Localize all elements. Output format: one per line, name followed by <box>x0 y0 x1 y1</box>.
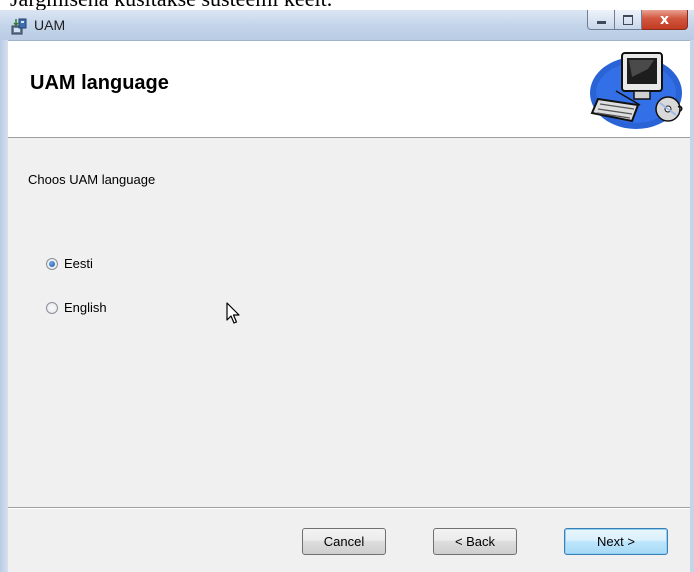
header-banner: UAM language <box>8 41 690 138</box>
radio-label: Eesti <box>64 256 93 271</box>
radio-label: English <box>64 300 107 315</box>
radio-button-checked-icon[interactable] <box>46 257 58 270</box>
window-right-border <box>690 40 694 572</box>
title-bar[interactable]: UAM x <box>0 10 694 41</box>
minimize-icon <box>596 21 606 24</box>
maximize-icon <box>623 14 633 25</box>
content-area: Choos UAM language Eesti English <box>8 138 690 508</box>
page-title: UAM language <box>30 72 169 94</box>
window-title: UAM <box>34 17 66 33</box>
mouse-pointer-icon <box>226 302 240 324</box>
close-icon: x <box>659 11 670 28</box>
minimize-button[interactable] <box>587 10 615 30</box>
cancel-button[interactable]: Cancel <box>302 528 386 555</box>
radio-option-english[interactable]: English <box>46 300 107 315</box>
close-button[interactable]: x <box>642 10 688 30</box>
language-prompt: Choos UAM language <box>28 172 156 187</box>
installer-app-icon <box>11 18 27 35</box>
back-button[interactable]: < Back <box>433 528 517 555</box>
window-left-border <box>0 40 8 572</box>
next-button[interactable]: Next > <box>564 528 668 555</box>
maximize-button[interactable] <box>615 10 642 30</box>
radio-button-unchecked-icon[interactable] <box>46 301 58 314</box>
installer-window: UAM x UAM language Choos UAM language Ee… <box>0 10 694 572</box>
caption-buttons: x <box>587 10 688 30</box>
footer-divider <box>8 507 690 509</box>
computer-installer-icon <box>590 52 683 129</box>
radio-option-eesti[interactable]: Eesti <box>46 256 93 271</box>
